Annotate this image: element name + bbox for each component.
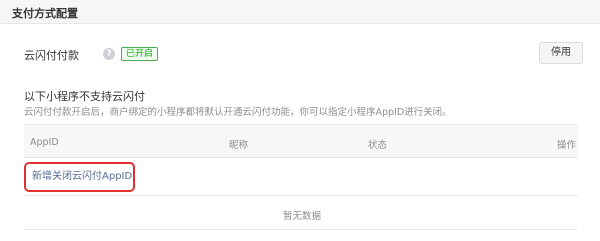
empty-text: 暂无数据 <box>283 211 322 222</box>
section-header: 支付方式配置 <box>0 0 600 24</box>
status-badge: 已开启 <box>121 47 159 61</box>
column-header-status: 状态 <box>368 140 388 151</box>
unsupported-description: 云闪付付款开启后，商户绑定的小程序都将默认开通云闪付功能，你可以指定小程序App… <box>24 107 452 118</box>
add-row: 新增关闭云闪付AppID <box>24 158 578 196</box>
add-close-appid-link[interactable]: 新增关闭云闪付AppID <box>24 162 135 192</box>
empty-row: 暂无数据 <box>24 196 578 230</box>
column-header-operation: 操作 <box>557 140 577 151</box>
disable-button[interactable]: 停用 <box>539 42 583 64</box>
appid-table: AppID 昵称 状态 操作 新增关闭云闪付AppID 暂无数据 <box>24 124 578 230</box>
table-header: AppID 昵称 状态 操作 <box>24 124 578 158</box>
section-title: 支付方式配置 <box>12 7 78 20</box>
unsupported-title: 以下小程序不支持云闪付 <box>24 90 145 103</box>
payment-method-row: 云闪付付款 ? 已开启 停用 <box>24 42 584 66</box>
column-header-nickname: 昵称 <box>229 140 249 151</box>
column-header-appid: AppID <box>30 137 59 148</box>
payment-method-label: 云闪付付款 <box>24 49 79 62</box>
question-mark-icon[interactable]: ? <box>103 48 115 60</box>
